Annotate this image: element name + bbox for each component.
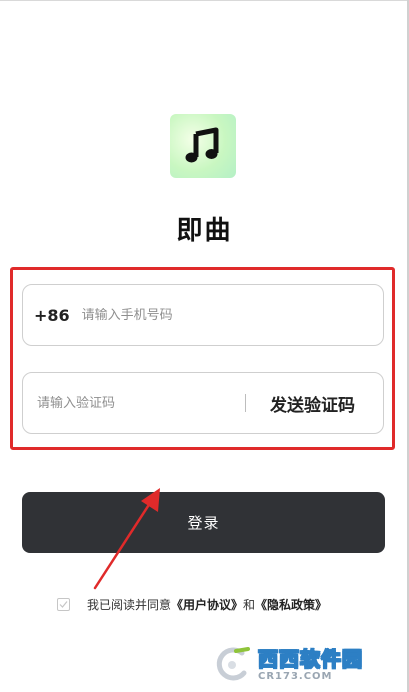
privacy-policy-link[interactable]: 《隐私政策》 bbox=[255, 596, 327, 613]
watermark-logo-icon bbox=[216, 647, 250, 681]
watermark: 西西软件园 CR173.COM bbox=[212, 640, 408, 690]
watermark-title: 西西软件园 bbox=[258, 646, 363, 671]
user-agreement-link[interactable]: 《用户协议》 bbox=[171, 596, 243, 613]
agreement-row: 我已阅读并同意 《用户协议》 和 《隐私政策》 bbox=[57, 594, 327, 614]
agreement-conjunction: 和 bbox=[243, 597, 256, 612]
agreement-checkbox[interactable] bbox=[57, 597, 70, 611]
check-icon bbox=[59, 600, 68, 608]
watermark-url: CR173.COM bbox=[258, 670, 333, 682]
agreement-prefix: 我已阅读并同意 bbox=[87, 597, 172, 612]
annotation-arrow bbox=[93, 488, 160, 590]
